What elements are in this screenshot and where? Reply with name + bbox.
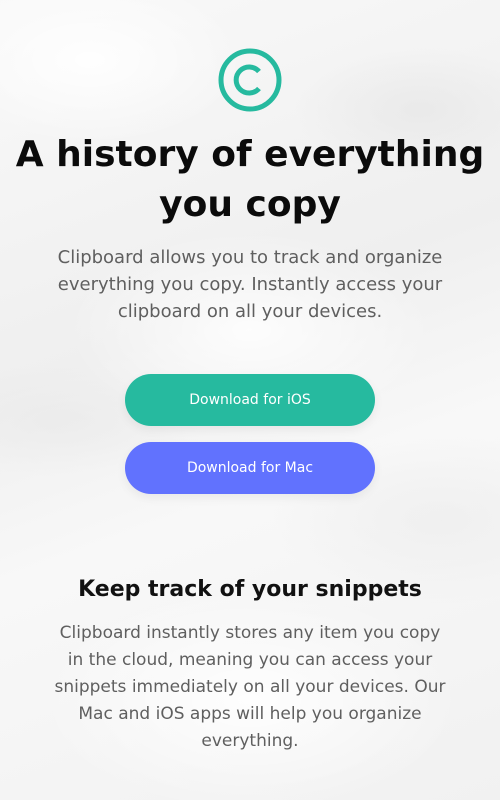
download-ios-button[interactable]: Download for iOS xyxy=(125,374,375,426)
landing-page: A history of everything you copy Clipboa… xyxy=(0,0,500,800)
download-mac-button[interactable]: Download for Mac xyxy=(125,442,375,494)
copyright-icon xyxy=(218,48,282,112)
snippets-description: Clipboard instantly stores any item you … xyxy=(54,623,446,751)
hero-description: Clipboard allows you to track and organi… xyxy=(57,247,443,322)
hero-title: A history of everything you copy xyxy=(15,134,485,225)
snippets-heading: Keep track of your snippets xyxy=(78,577,422,602)
clipboard-logo xyxy=(218,48,282,112)
